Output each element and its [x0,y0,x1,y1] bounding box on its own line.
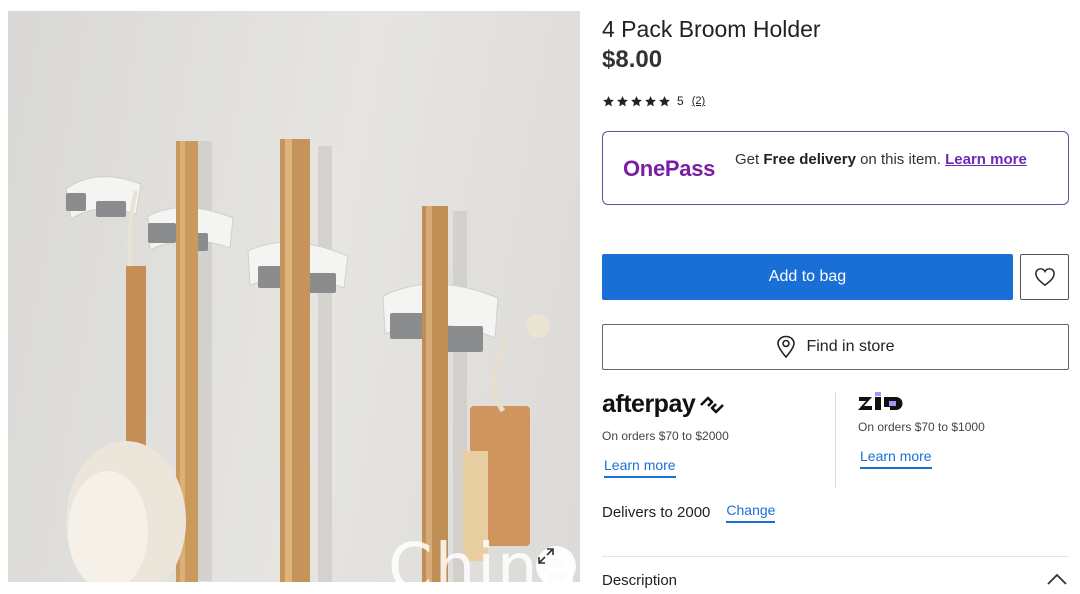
expand-image-button[interactable] [536,546,576,582]
expand-icon [538,548,554,564]
product-image[interactable]: China [8,11,580,582]
find-in-store-label: Find in store [806,338,895,355]
delivers-to-text: Delivers to 2000 [602,504,711,521]
onepass-text-post: on this item. [855,151,946,168]
onepass-banner: OnePass Get Free delivery on this item. … [602,131,1069,205]
change-postcode-link[interactable]: Change [726,502,776,523]
onepass-logo: OnePass [623,156,716,181]
star-icon [617,95,628,106]
rating-stars [602,95,671,108]
product-title: 4 Pack Broom Holder [602,16,821,42]
zip-learn-more-link[interactable]: Learn more [860,448,932,469]
zip-note: On orders $70 to $1000 [858,420,985,434]
afterpay-logo-text: afterpay [602,390,696,418]
star-icon [659,95,670,106]
afterpay-note: On orders $70 to $2000 [602,429,729,443]
reviews-link[interactable]: (2) [692,95,705,107]
star-icon [645,95,656,106]
add-to-bag-button[interactable]: Add to bag [602,254,1013,300]
afterpay-logo: afterpay [602,390,822,419]
zip-section: On orders $70 to $1000 Learn more [858,392,1058,469]
rating-value: 5 [677,94,684,108]
heart-icon [1034,268,1055,287]
description-toggle[interactable]: Description [602,572,677,589]
delivery-info: Delivers to 2000 Change [602,502,776,523]
onepass-text-bold: Free delivery [763,151,856,168]
payment-divider [835,392,836,488]
product-photo [65,139,550,582]
afterpay-section: afterpay On orders $70 to $2000 Learn mo… [602,390,822,478]
afterpay-arrows-icon [700,396,725,413]
find-in-store-button[interactable]: Find in store [602,324,1069,370]
onepass-text-pre: Get [735,151,764,168]
star-icon [603,95,614,106]
product-price: $8.00 [602,46,663,73]
zip-logo [858,392,1058,412]
onepass-learn-more-link[interactable]: Learn more [945,151,1027,168]
product-rating: 5 (2) [602,94,705,108]
star-icon [631,95,642,106]
section-divider [602,556,1069,557]
wishlist-button[interactable] [1020,254,1069,300]
chevron-up-icon[interactable] [1046,572,1068,586]
location-pin-icon [777,335,796,359]
onepass-message: Get Free delivery on this item. Learn mo… [735,151,1055,168]
zip-logo-mark [858,392,903,410]
afterpay-learn-more-link[interactable]: Learn more [604,457,676,478]
